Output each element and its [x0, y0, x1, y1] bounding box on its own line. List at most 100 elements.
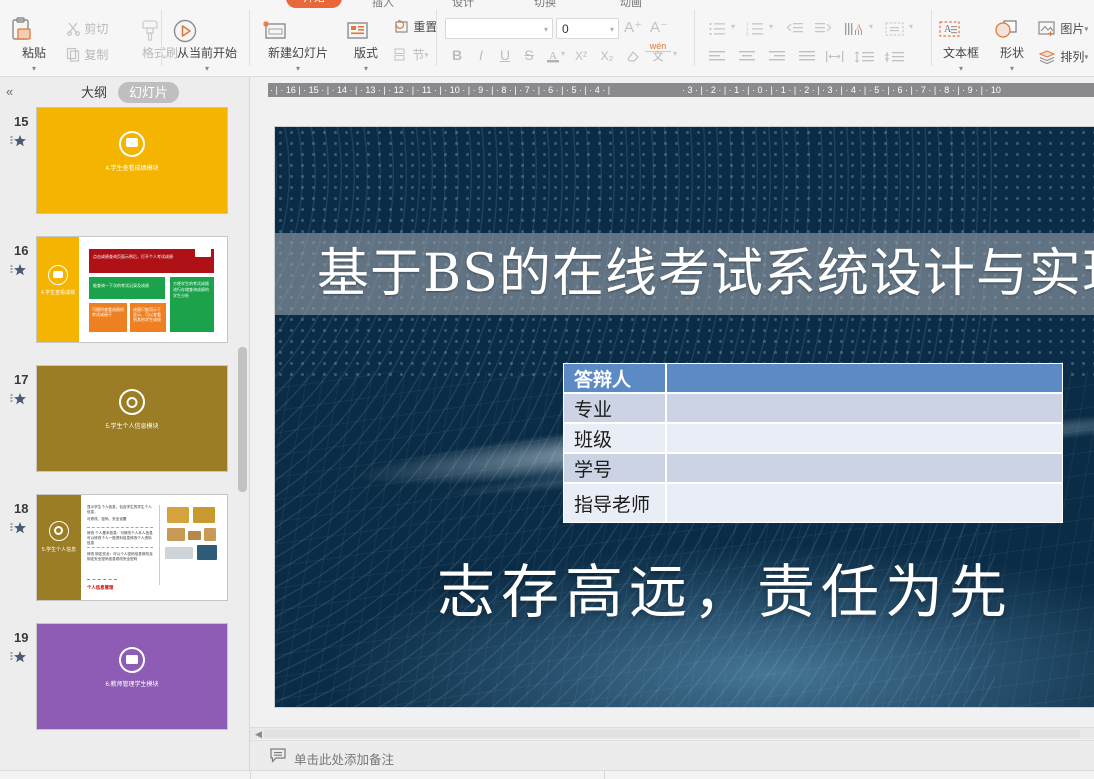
bullet-list-dropdown[interactable]: ▾ — [731, 22, 735, 31]
tab-outline[interactable]: 大纲 — [70, 82, 118, 103]
pinyin-dropdown[interactable]: ▾ — [673, 49, 677, 58]
cut-label: 剪切 — [84, 22, 109, 36]
text-direction-dropdown[interactable]: ▾ — [869, 22, 873, 31]
tab-design[interactable]: 设计 — [452, 0, 474, 8]
tab-transition[interactable]: 切换 — [534, 0, 556, 8]
font-color-button[interactable]: A — [543, 45, 563, 65]
bold-icon: B — [451, 47, 463, 63]
thumbnail-number: 16 — [14, 243, 29, 258]
thumbnail-list: 15 4.学生查看成绩模块 16 4.学生查看成绩 点击成绩查询页面示例后，打开… — [0, 107, 250, 747]
superscript-button[interactable]: X² — [571, 45, 591, 65]
scrollbar-track[interactable] — [264, 730, 1080, 738]
scroll-left-arrow-icon[interactable]: ◀ — [255, 729, 262, 740]
tab-start[interactable]: 开始 — [286, 0, 342, 8]
section-button[interactable]: 节▾ — [393, 46, 428, 63]
thumbnail-number: 15 — [14, 114, 29, 129]
ribbon-tab-strip: 开始 插入 设计 切换 动画 — [0, 0, 1094, 8]
align-left-button[interactable] — [707, 46, 727, 66]
table-value[interactable] — [666, 423, 1063, 453]
copy-icon — [66, 47, 81, 62]
align-text-box-button[interactable] — [883, 18, 907, 38]
line-spacing-increase-button[interactable] — [853, 46, 877, 66]
strikethrough-button[interactable]: S — [519, 45, 539, 65]
table-key: 答辩人 — [563, 363, 666, 393]
thumbnail-item-17[interactable]: 17 5.学生个人信息模块 — [0, 365, 250, 494]
align-text-box-dropdown[interactable]: ▾ — [909, 22, 913, 31]
table-value[interactable] — [666, 483, 1063, 523]
line-spacing-decrease-button[interactable] — [883, 46, 907, 66]
reset-icon — [393, 18, 410, 35]
align-center-button[interactable] — [737, 46, 757, 66]
thumbnail-item-15[interactable]: 15 4.学生查看成绩模块 — [0, 107, 250, 236]
picture-label: 图片 — [1060, 22, 1085, 36]
arrange-button[interactable]: 排列▾ — [1038, 48, 1088, 65]
thumbnail-item-16[interactable]: 16 4.学生查看成绩 点击成绩查询页面示例后，打开个人考试成绩 能查询一下次的… — [0, 236, 250, 365]
text-box-button[interactable]: A 文本框 ▾ — [934, 16, 988, 74]
thumbnail-title: 4.学生查看成绩模块 — [105, 166, 159, 172]
slide-thumbnail-panel: « 大纲 幻灯片 15 4.学生查看成绩模块 16 4.学生查看成绩 点击成绩查… — [0, 77, 250, 779]
ribbon-group-slides: 新建幻灯片 ▾ 版式 ▾ 重置 节▾ — [250, 8, 437, 73]
align-right-button[interactable] — [767, 46, 787, 66]
distribute-button[interactable] — [825, 46, 845, 66]
ribbon: 开始 插入 设计 切换 动画 粘贴▾ — [0, 0, 1094, 77]
increase-font-size-button[interactable]: A⁺ — [623, 18, 643, 38]
ruler-marks-right: · 3 · | · 2 · | · 1 · | · 0 · | · 1 · | … — [682, 85, 1001, 95]
decrease-indent-button[interactable] — [785, 18, 805, 38]
section-icon — [393, 47, 409, 62]
align-text-box-icon — [885, 21, 905, 37]
layout-button[interactable]: 版式 ▾ — [342, 16, 390, 74]
shape-label: 形状 — [999, 46, 1024, 60]
arrange-icon — [1038, 48, 1057, 65]
thumbnail-scrollbar-thumb[interactable] — [238, 347, 247, 492]
numbered-list-button[interactable]: 123 — [745, 18, 765, 38]
thumb-card: 能查询一下次的考试记录及成绩 — [89, 277, 165, 299]
slide-title[interactable]: 基于BS的在线考试系统设计与实现 — [275, 233, 1094, 315]
table-value[interactable] — [666, 363, 1063, 393]
underline-button[interactable]: U — [495, 45, 515, 65]
slide-motto[interactable]: 志存高远，责任为先 — [275, 545, 1094, 629]
canvas-horizontal-scrollbar[interactable]: ◀ — [250, 727, 1094, 739]
thumbnail-canvas: 6.教师管理学生模块 — [36, 623, 228, 730]
table-value[interactable] — [666, 393, 1063, 423]
tab-insert[interactable]: 插入 — [372, 0, 394, 8]
copy-button[interactable]: 复制 — [66, 46, 108, 63]
numbered-list-dropdown[interactable]: ▾ — [769, 22, 773, 31]
bullet-list-button[interactable] — [707, 18, 727, 38]
cut-button[interactable]: 剪切 — [66, 20, 108, 37]
font-color-dropdown[interactable]: ▾ — [561, 49, 565, 58]
bold-button[interactable]: B — [447, 45, 467, 65]
subscript-button[interactable]: X₂ — [597, 45, 617, 65]
thumb-line: 修改 绑定安全：可以个人密码信息修改及绑定安全密码信息修改安全密码 — [87, 552, 153, 561]
text-direction-button[interactable]: A — [843, 18, 867, 38]
reset-button[interactable]: 重置 — [393, 18, 437, 35]
status-bar — [0, 770, 1094, 779]
line-spacing-decrease-icon — [884, 50, 906, 65]
picture-button[interactable]: 图片▾ — [1038, 20, 1088, 37]
play-circle-icon — [170, 16, 244, 46]
table-value[interactable] — [666, 453, 1063, 483]
font-size-combobox[interactable]: 0 ▾ — [556, 18, 619, 39]
decrease-font-size-button[interactable]: A⁻ — [649, 18, 669, 38]
from-current-slide-button[interactable]: 从当前开始 ▾ — [170, 16, 244, 74]
notes-pane[interactable]: 单击此处添加备注 — [250, 740, 1094, 770]
table-key: 班级 — [563, 423, 666, 453]
justify-button[interactable] — [797, 46, 817, 66]
section-label: 节 — [412, 48, 425, 62]
font-family-combobox[interactable]: ▾ — [445, 18, 553, 39]
new-slide-button[interactable]: 新建幻灯片 ▾ — [258, 16, 338, 74]
italic-button[interactable]: I — [471, 45, 491, 65]
increase-indent-button[interactable] — [813, 18, 833, 38]
tab-slides[interactable]: 幻灯片 — [118, 82, 180, 103]
paste-button[interactable]: 粘贴 ▾ — [6, 16, 62, 74]
current-slide[interactable]: 基于BS的在线考试系统设计与实现 答辩人 专业 班级 学号 指导老师 志存高远，… — [275, 127, 1094, 707]
info-table[interactable]: 答辩人 专业 班级 学号 指导老师 — [563, 363, 1063, 523]
clear-formatting-button[interactable] — [623, 45, 643, 65]
thumbnail-item-19[interactable]: 19 6.教师管理学生模块 — [0, 623, 250, 747]
collapse-panel-icon[interactable]: « — [6, 84, 13, 99]
tab-animation[interactable]: 动画 — [620, 0, 642, 8]
shape-button[interactable]: 形状 ▾ — [990, 16, 1034, 74]
thumbnail-item-18[interactable]: 18 5.学生个人信息 显示学生个人信息，包含学生的学生个人信息， 可修改、密码… — [0, 494, 250, 623]
pinyin-guide-button[interactable]: wén 文 — [645, 41, 671, 63]
paste-label: 粘贴 — [21, 46, 46, 60]
panel-header: « 大纲 幻灯片 — [0, 77, 249, 107]
